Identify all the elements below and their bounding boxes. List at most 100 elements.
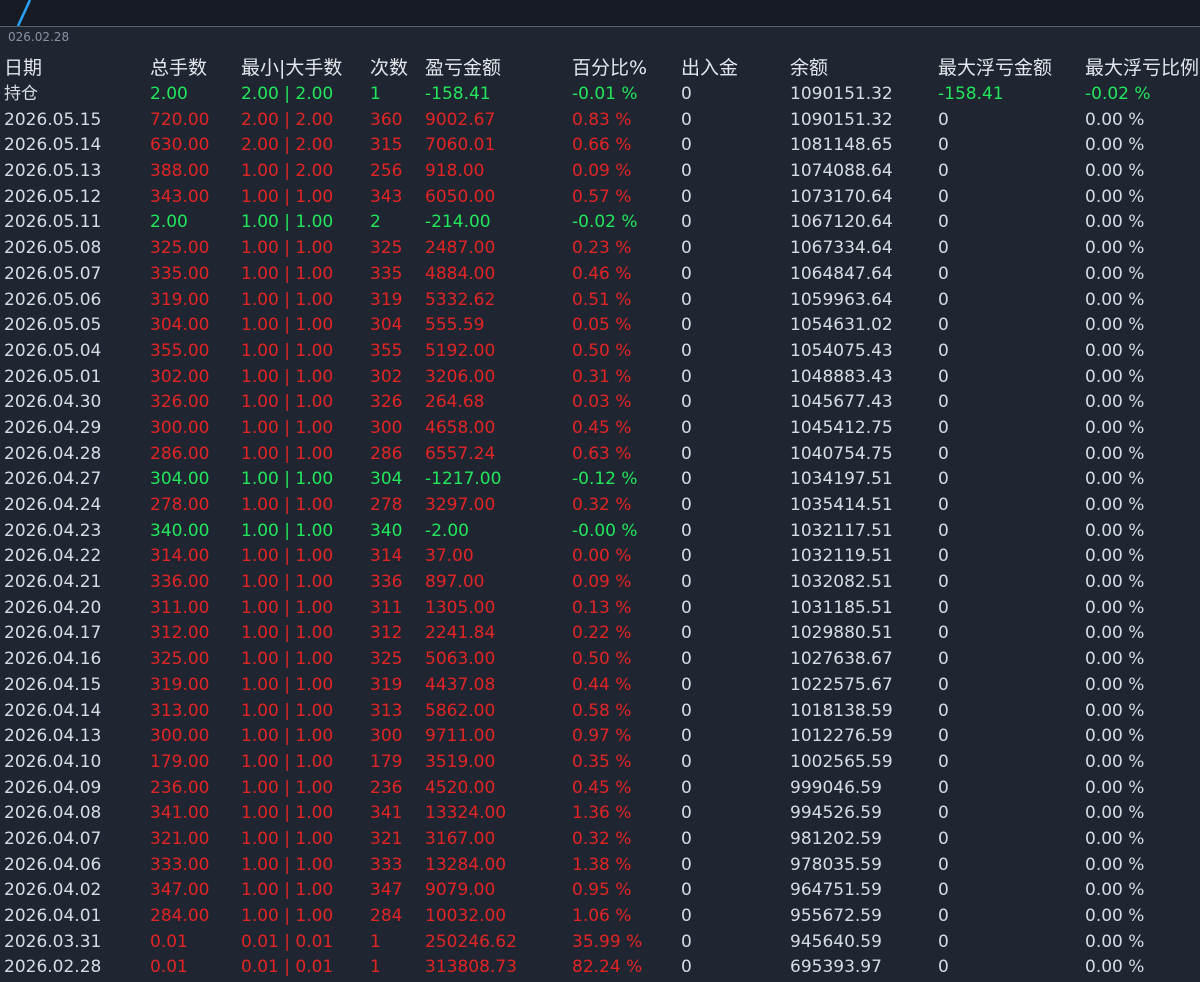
row-percent: 0.50 % xyxy=(572,649,632,670)
table-row[interactable]: 2026.04.24 278.00 1.00 | 1.00 278 3297.00 0.3… xyxy=(0,493,1200,519)
row-balance: 695393.97 xyxy=(790,957,882,978)
row-balance: 964751.59 xyxy=(790,880,882,901)
table-row[interactable]: 2026.04.28 286.00 1.00 | 1.00 286 6557.24 0.6… xyxy=(0,442,1200,468)
table-row[interactable]: 2026.05.08 325.00 1.00 | 1.00 325 2487.00 0.2… xyxy=(0,236,1200,262)
table-row[interactable]: 2026.04.14 313.00 1.00 | 1.00 313 5862.00 0.5… xyxy=(0,699,1200,725)
table-row[interactable]: 2026.04.16 325.00 1.00 | 1.00 325 5063.00 0.5… xyxy=(0,647,1200,673)
table-row[interactable]: 2026.05.01 302.00 1.00 | 1.00 302 3206.00 0.3… xyxy=(0,365,1200,391)
row-deposit: 0 xyxy=(681,417,692,438)
row-max-float-loss: 0 xyxy=(938,443,949,464)
row-total-lots: 335.00 xyxy=(150,263,210,284)
table-row[interactable]: 2026.04.27 304.00 1.00 | 1.00 304 -1217.00 -0… xyxy=(0,467,1200,493)
row-date: 2026.04.30 xyxy=(4,392,102,413)
row-min-max-lots: 1.00 | 1.00 xyxy=(241,649,334,670)
row-min-max-lots: 0.01 | 0.01 xyxy=(241,957,334,978)
table-row[interactable]: 2026.04.29 300.00 1.00 | 1.00 300 4658.00 0.4… xyxy=(0,416,1200,442)
row-max-float-pct: 0.00 % xyxy=(1085,392,1145,413)
table-row[interactable]: 2026.05.15 720.00 2.00 | 2.00 360 9002.67 0.8… xyxy=(0,108,1200,134)
row-date: 2026.04.21 xyxy=(4,572,102,593)
row-balance: 1002565.59 xyxy=(790,751,893,772)
row-percent: 0.03 % xyxy=(572,392,632,413)
row-date: 2026.05.07 xyxy=(4,263,102,284)
row-deposit: 0 xyxy=(681,315,692,336)
row-total-lots: 179.00 xyxy=(150,751,210,772)
table-row[interactable]: 2026.04.01 284.00 1.00 | 1.00 284 10032.00 1.… xyxy=(0,904,1200,930)
row-percent: 0.05 % xyxy=(572,315,632,336)
table-row[interactable]: 2026.04.20 311.00 1.00 | 1.00 311 1305.00 0.1… xyxy=(0,596,1200,622)
row-max-float-pct: 0.00 % xyxy=(1085,828,1145,849)
table-row[interactable]: 2026.03.31 0.01 0.01 | 0.01 1 250246.62 35.99… xyxy=(0,930,1200,956)
row-min-max-lots: 1.00 | 1.00 xyxy=(241,751,334,772)
table-row[interactable]: 2026.04.30 326.00 1.00 | 1.00 326 264.68 0.03… xyxy=(0,390,1200,416)
row-max-float-pct: 0.00 % xyxy=(1085,854,1145,875)
row-deposit: 0 xyxy=(681,135,692,156)
row-count: 256 xyxy=(370,161,403,182)
row-count: 2 xyxy=(370,212,381,233)
table-row[interactable]: 2026.05.04 355.00 1.00 | 1.00 355 5192.00 0.5… xyxy=(0,339,1200,365)
row-min-max-lots: 1.00 | 1.00 xyxy=(241,828,334,849)
row-max-float-loss: 0 xyxy=(938,135,949,156)
row-percent: 0.57 % xyxy=(572,186,632,207)
row-pnl: -2.00 xyxy=(425,520,469,541)
row-min-max-lots: 1.00 | 1.00 xyxy=(241,238,334,259)
row-pnl: 6557.24 xyxy=(425,443,496,464)
table-row[interactable]: 2026.04.13 300.00 1.00 | 1.00 300 9711.00 0.9… xyxy=(0,724,1200,750)
table-row[interactable]: 2026.05.07 335.00 1.00 | 1.00 335 4884.00 0.4… xyxy=(0,262,1200,288)
row-date: 2026.04.13 xyxy=(4,726,102,747)
row-date: 2026.05.04 xyxy=(4,340,102,361)
row-pnl: 1305.00 xyxy=(425,597,496,618)
row-count: 300 xyxy=(370,726,403,747)
row-count: 311 xyxy=(370,597,403,618)
row-max-float-loss: 0 xyxy=(938,803,949,824)
row-min-max-lots: 1.00 | 1.00 xyxy=(241,597,334,618)
row-total-lots: 236.00 xyxy=(150,777,210,798)
row-max-float-loss: 0 xyxy=(938,751,949,772)
table-row[interactable]: 2026.04.02 347.00 1.00 | 1.00 347 9079.00 0.9… xyxy=(0,878,1200,904)
table-row[interactable]: 持仓 2.00 2.00 | 2.00 1 -158.41 -0.01 % 0 1090151… xyxy=(0,82,1200,108)
table-row[interactable]: 2026.04.21 336.00 1.00 | 1.00 336 897.00 0.09… xyxy=(0,570,1200,596)
row-max-float-loss: 0 xyxy=(938,726,949,747)
col-deposit-header: 出入金 xyxy=(681,57,739,79)
row-min-max-lots: 1.00 | 1.00 xyxy=(241,392,334,413)
table-row[interactable]: 2026.04.10 179.00 1.00 | 1.00 179 3519.00 0.3… xyxy=(0,750,1200,776)
row-total-lots: 321.00 xyxy=(150,828,210,849)
row-date: 2026.04.14 xyxy=(4,700,102,721)
row-deposit: 0 xyxy=(681,803,692,824)
table-row[interactable]: 2026.05.11 2.00 1.00 | 1.00 2 -214.00 -0.02 %… xyxy=(0,210,1200,236)
row-total-lots: 300.00 xyxy=(150,417,210,438)
table-row[interactable]: 2026.04.08 341.00 1.00 | 1.00 341 13324.00 1.… xyxy=(0,801,1200,827)
row-balance: 1031185.51 xyxy=(790,597,893,618)
table-row[interactable]: 2026.05.13 388.00 1.00 | 2.00 256 918.00 0.09… xyxy=(0,159,1200,185)
row-count: 1 xyxy=(370,957,381,978)
table-row[interactable]: 2026.05.06 319.00 1.00 | 1.00 319 5332.62 0.5… xyxy=(0,288,1200,314)
table-row[interactable]: 2026.04.15 319.00 1.00 | 1.00 319 4437.08 0.4… xyxy=(0,673,1200,699)
row-max-float-loss: 0 xyxy=(938,546,949,567)
table-row[interactable]: 2026.05.12 343.00 1.00 | 1.00 343 6050.00 0.5… xyxy=(0,185,1200,211)
table-row[interactable]: 2026.04.23 340.00 1.00 | 1.00 340 -2.00 -0.00… xyxy=(0,519,1200,545)
row-pnl: 6050.00 xyxy=(425,186,496,207)
table-row[interactable]: 2026.02.28 0.01 0.01 | 0.01 1 313808.73 82.24… xyxy=(0,955,1200,981)
table-row[interactable]: 2026.05.05 304.00 1.00 | 1.00 304 555.59 0.05… xyxy=(0,313,1200,339)
row-deposit: 0 xyxy=(681,443,692,464)
row-max-float-pct: 0.00 % xyxy=(1085,135,1145,156)
table-row[interactable]: 2026.04.09 236.00 1.00 | 1.00 236 4520.00 0.4… xyxy=(0,776,1200,802)
table-row[interactable]: 2026.04.22 314.00 1.00 | 1.00 314 37.00 0.00 … xyxy=(0,544,1200,570)
row-date: 持仓 xyxy=(4,84,38,104)
row-max-float-loss: 0 xyxy=(938,417,949,438)
row-total-lots: 340.00 xyxy=(150,520,210,541)
table-row[interactable]: 2026.04.07 321.00 1.00 | 1.00 321 3167.00 0.3… xyxy=(0,827,1200,853)
row-max-float-pct: 0.00 % xyxy=(1085,777,1145,798)
row-deposit: 0 xyxy=(681,161,692,182)
table-row[interactable]: 2026.04.06 333.00 1.00 | 1.00 333 13284.00 1.… xyxy=(0,853,1200,879)
row-pnl: -214.00 xyxy=(425,212,491,233)
row-pnl: 13284.00 xyxy=(425,854,507,875)
row-balance: 1059963.64 xyxy=(790,289,893,310)
row-deposit: 0 xyxy=(681,751,692,772)
row-min-max-lots: 2.00 | 2.00 xyxy=(241,109,334,130)
table-row[interactable]: 2026.04.17 312.00 1.00 | 1.00 312 2241.84 0.2… xyxy=(0,621,1200,647)
row-max-float-loss: 0 xyxy=(938,340,949,361)
col-balance-header: 余额 xyxy=(790,57,829,79)
row-min-max-lots: 1.00 | 1.00 xyxy=(241,700,334,721)
table-row[interactable]: 2026.05.14 630.00 2.00 | 2.00 315 7060.01 0.6… xyxy=(0,133,1200,159)
row-deposit: 0 xyxy=(681,212,692,233)
